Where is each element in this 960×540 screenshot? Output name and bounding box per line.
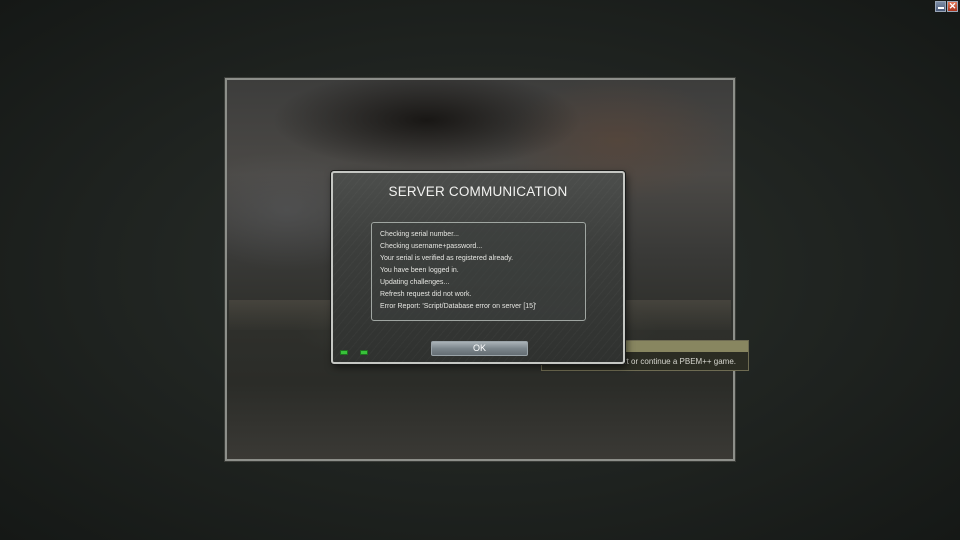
- log-line: Refresh request did not work.: [380, 291, 472, 298]
- log-box: Checking serial number... Checking usern…: [371, 222, 586, 321]
- ok-button[interactable]: OK: [431, 341, 528, 356]
- close-icon[interactable]: ✕: [947, 1, 958, 12]
- status-led: [360, 350, 368, 355]
- log-line: Your serial is verified as registered al…: [380, 255, 514, 262]
- dialog-title: SERVER COMMUNICATION: [388, 184, 568, 199]
- log-line: Checking username+password...: [380, 243, 483, 250]
- log-line: Error Report: 'Script/Database error on …: [380, 303, 537, 310]
- status-led: [340, 350, 348, 355]
- tooltip-text: o start or continue a PBEM++ game.: [606, 357, 736, 366]
- log-line: Checking serial number...: [380, 231, 459, 238]
- minimize-icon[interactable]: [935, 1, 946, 12]
- server-communication-dialog: SERVER COMMUNICATION Checking serial num…: [331, 171, 625, 364]
- log-line: You have been logged in.: [380, 267, 459, 274]
- window-controls: ✕: [935, 1, 958, 12]
- log-line: Updating challenges...: [380, 279, 450, 286]
